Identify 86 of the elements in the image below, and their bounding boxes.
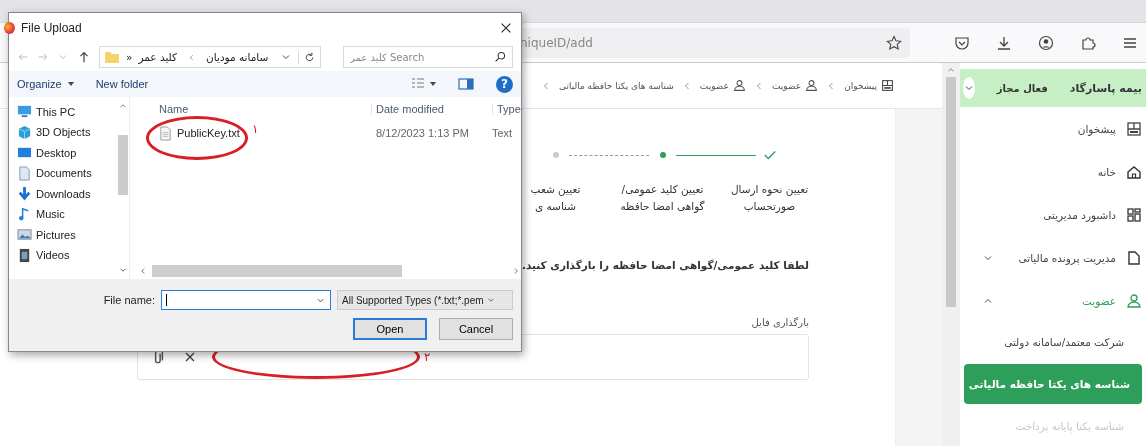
back-arrow-icon[interactable] [17, 51, 29, 63]
date-cell-text: 8/12/2023 1:13 PM [375, 127, 470, 139]
cancel-button[interactable]: Cancel [439, 318, 513, 340]
app-logo-icon [4, 22, 15, 34]
document-icon [17, 165, 32, 181]
navigation-item[interactable]: 3D Objects [17, 123, 117, 141]
bookmark-star-icon[interactable] [886, 34, 902, 51]
navigation-item[interactable]: This PC [17, 103, 117, 121]
navigation-item[interactable]: Downloads [17, 185, 117, 203]
file-type-dropdown[interactable]: All Supported Types (*.txt;*.pem [337, 290, 513, 310]
scrollbar[interactable] [138, 263, 521, 279]
dialog-title: File Upload [21, 21, 82, 35]
dashboard-icon [1126, 120, 1142, 137]
new-folder-button[interactable]: New folder [95, 78, 149, 90]
path-bar[interactable]: » سامانه مودیان کلید عمر [99, 46, 321, 68]
breadcrumb-link[interactable]: شناسه های یکتا حافظه مالیاتی [558, 80, 674, 91]
column-header[interactable]: Type [492, 103, 521, 115]
column-header[interactable]: Name [138, 103, 371, 115]
navigation-item[interactable]: Desktop [17, 144, 117, 162]
extensions-icon[interactable] [1080, 34, 1096, 51]
url-text: niqueID/add [520, 35, 593, 50]
search-icon [494, 50, 507, 63]
forward-arrow-icon[interactable] [37, 51, 49, 63]
scrollbar-thumb[interactable] [118, 135, 128, 195]
film-icon [17, 247, 32, 263]
file-name[interactable]: PublicKey.txt [177, 127, 240, 139]
computer-icon [17, 104, 32, 120]
refresh-icon[interactable] [298, 50, 316, 64]
download-icon [17, 186, 32, 202]
folder-icon [104, 49, 120, 65]
preview-pane-icon[interactable] [458, 76, 474, 92]
annotation-number: ۱ [252, 121, 259, 136]
download-icon[interactable] [996, 34, 1012, 51]
scrollbar[interactable] [942, 63, 960, 446]
path-overflow[interactable]: » [126, 51, 133, 63]
user-icon [1126, 292, 1142, 309]
organization-name: بیمه پاسارگاد [1069, 81, 1142, 95]
sidebar-item[interactable]: پیشخوان [960, 107, 1146, 151]
picture-icon [17, 227, 32, 243]
sidebar-item[interactable]: خانه [960, 150, 1146, 194]
user-icon [733, 79, 746, 92]
navigation-item[interactable]: Videos [17, 246, 117, 264]
breadcrumb-link[interactable]: پیشخوان [844, 80, 877, 91]
sidebar-item[interactable]: داشبورد مدیریتی [960, 193, 1146, 237]
sidebar-item[interactable]: عضویت [960, 279, 1146, 323]
close-icon[interactable] [499, 21, 513, 35]
account-icon[interactable] [1038, 34, 1054, 51]
user-icon [805, 79, 819, 92]
breadcrumb-link[interactable]: عضویت [699, 80, 729, 91]
search-field[interactable]: Search کلید عمر [343, 46, 513, 68]
organize-menu[interactable]: Organize [17, 78, 74, 90]
caret-icon[interactable] [430, 82, 436, 86]
status-label: فعال مجاز [996, 82, 1048, 94]
path-segment[interactable]: سامانه مودیان [206, 51, 269, 63]
cube-icon [17, 124, 32, 140]
home-icon [1126, 163, 1142, 180]
dropdown-button[interactable] [962, 77, 975, 100]
grid-icon [1126, 206, 1142, 223]
text-cursor [166, 294, 167, 306]
pocket-icon[interactable] [954, 34, 970, 51]
column-header[interactable]: Date modified [371, 103, 492, 115]
instruction-text: لطفا کلید عمومی/گواهی امضا حافظه را بارگذاری کنید. [521, 259, 809, 271]
step-label: تعیین شعب شناسه ی [530, 182, 581, 214]
scrollbar[interactable] [117, 97, 130, 279]
scrollbar-thumb[interactable] [152, 265, 402, 277]
dashboard-icon [881, 79, 894, 92]
file-icon [1126, 249, 1142, 266]
navigation-item[interactable]: Documents [17, 164, 117, 182]
annotation-number: ۲ [424, 350, 431, 364]
submenu-item[interactable]: شرکت معتمد/سامانه دولتی [964, 322, 1136, 363]
field-label: بارگذاری فایل [751, 317, 809, 328]
text-file-icon [158, 125, 173, 141]
path-segment[interactable]: کلید عمر [138, 51, 178, 63]
help-button[interactable]: ? [496, 75, 513, 93]
field-label: File name: [103, 294, 155, 306]
navigation-item[interactable]: Pictures [17, 226, 117, 244]
step-label: تعیین کلید عمومی/ گواهی امضا حافظه [620, 182, 705, 215]
sidebar-item[interactable]: مدیریت پرونده مالیاتی [960, 236, 1146, 280]
up-arrow-icon[interactable] [77, 50, 91, 64]
file-name-field[interactable] [161, 290, 331, 310]
step-label: تعیین نحوه ارسال صورتحساب [730, 182, 809, 215]
open-button[interactable]: Open [353, 318, 427, 340]
scrollbar-thumb[interactable] [946, 77, 956, 307]
breadcrumb-link[interactable]: عضویت [772, 80, 802, 91]
navigation-item[interactable]: Music [17, 205, 117, 223]
type-cell-text: Text [492, 127, 514, 139]
